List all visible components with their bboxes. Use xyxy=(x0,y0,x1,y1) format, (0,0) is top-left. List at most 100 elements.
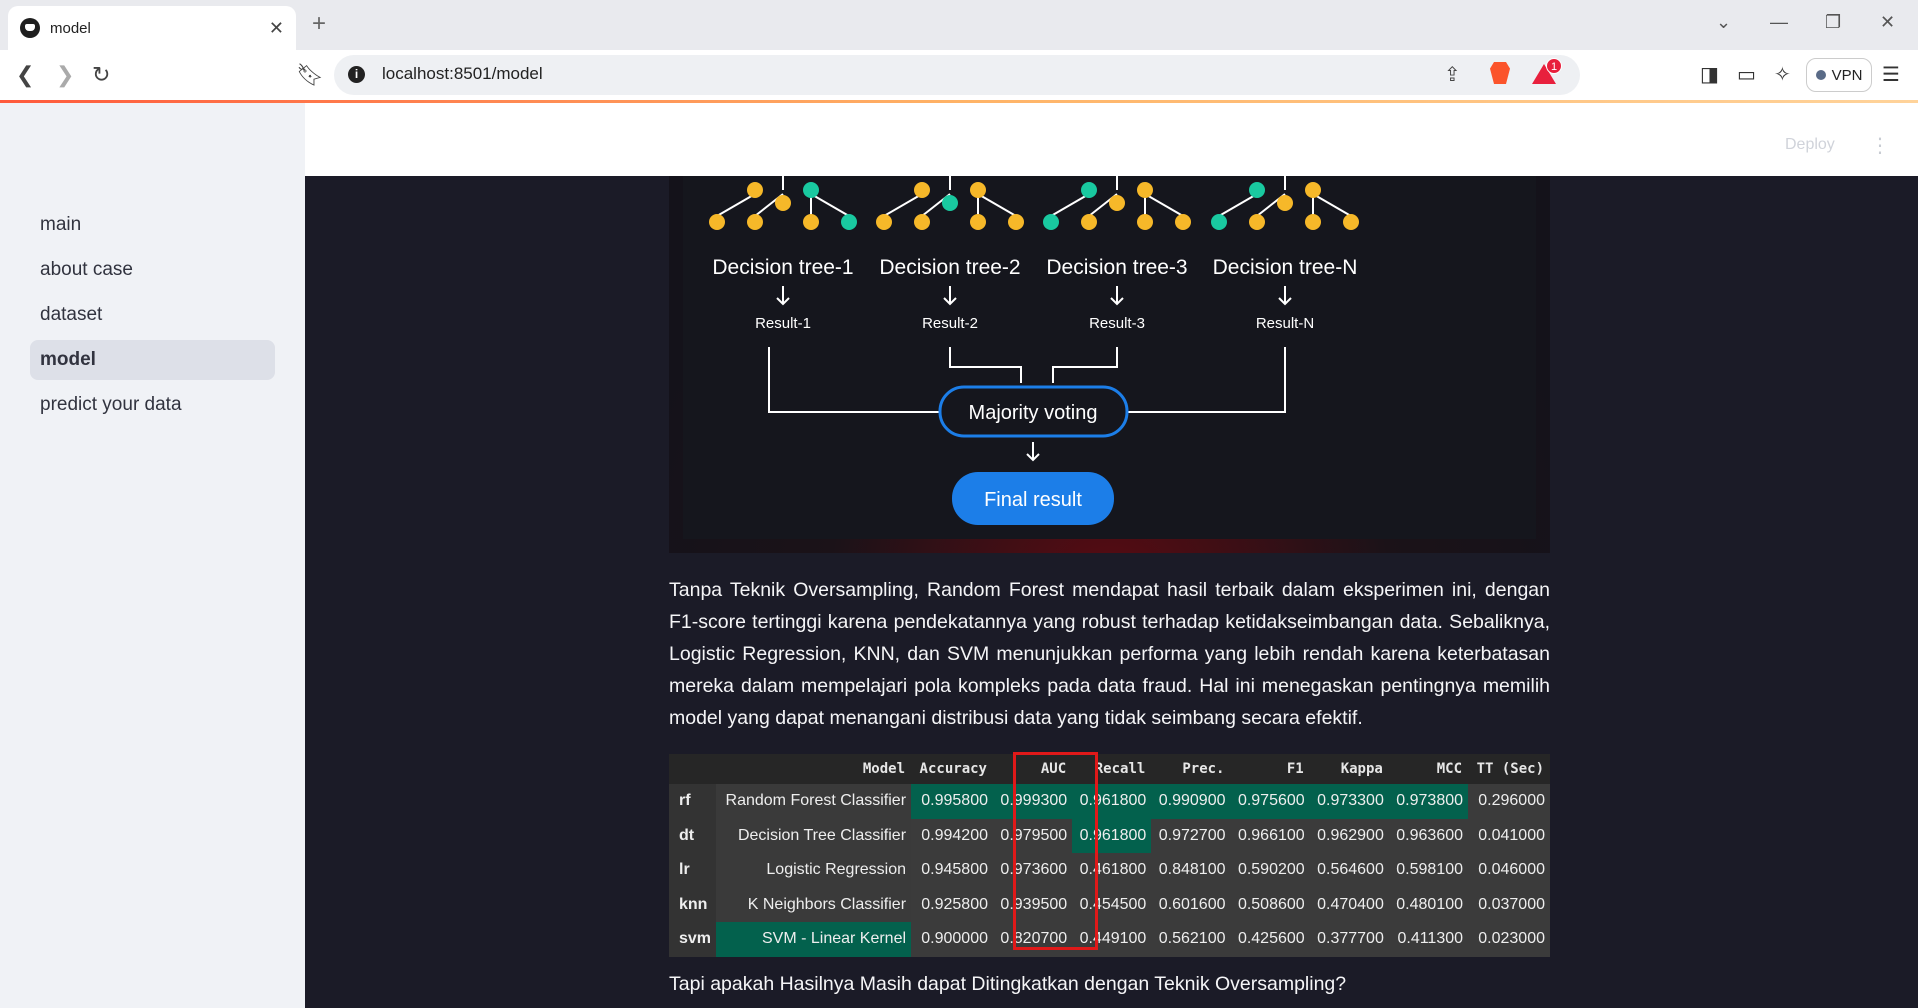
browser-tab[interactable]: model ✕ xyxy=(8,6,296,50)
majority-voting-label: Majority voting xyxy=(969,402,1098,424)
tree-branch xyxy=(1050,193,1090,217)
table-row: knn K Neighbors Classifier 0.925800 0.93… xyxy=(669,887,1550,922)
metric-cell: 0.990900 xyxy=(1151,784,1231,819)
tree-node xyxy=(1305,182,1321,198)
sidebar: main about case dataset model predict yo… xyxy=(0,103,305,1008)
metric-cell: 0.973800 xyxy=(1388,784,1469,819)
tree-node xyxy=(1081,214,1097,230)
new-tab-icon[interactable]: + xyxy=(312,10,326,38)
table-header: Model xyxy=(716,754,912,784)
sidebar-item-predict-your-data[interactable]: predict your data xyxy=(30,385,275,425)
result-label: Result-2 xyxy=(922,315,978,332)
random-forest-diagram: Decision tree-1 Decision tree-2 Decision… xyxy=(669,176,1550,553)
final-result-label: Final result xyxy=(984,489,1082,511)
sidebar-item-main[interactable]: main xyxy=(30,205,275,245)
tree-branch xyxy=(716,193,756,217)
model-comparison-table: Model Accuracy AUC Recall Prec. F1 Kappa… xyxy=(669,754,1550,957)
vpn-button[interactable]: VPN xyxy=(1806,58,1872,92)
model-name-cell: K Neighbors Classifier xyxy=(716,887,912,922)
row-index: dt xyxy=(669,818,717,853)
tab-strip: model ✕ + ⌄ — ❐ ✕ xyxy=(0,0,1918,50)
tree-node xyxy=(876,214,892,230)
tree-node xyxy=(803,214,819,230)
sidebar-item-model[interactable]: model xyxy=(30,340,275,380)
leo-ai-icon[interactable]: ✧ xyxy=(1774,62,1791,87)
metric-cell: 0.900000 xyxy=(911,922,993,957)
tree-node xyxy=(914,182,930,198)
result-label: Result-3 xyxy=(1089,315,1145,332)
minimize-icon[interactable]: — xyxy=(1770,12,1788,33)
back-icon[interactable]: ❮ xyxy=(16,62,34,88)
tree-node xyxy=(1277,195,1293,211)
main-menu-icon[interactable]: ☰ xyxy=(1882,62,1900,87)
main-area: Deploy ⋮ Decision tree-1 Decision tree-2… xyxy=(305,103,1918,1008)
tree-node xyxy=(1137,214,1153,230)
app-menu-icon[interactable]: ⋮ xyxy=(1870,133,1890,158)
sidebar-item-label: dataset xyxy=(40,304,103,325)
sidebar-item-about-case[interactable]: about case xyxy=(30,250,275,290)
metric-cell: 0.023000 xyxy=(1468,922,1550,957)
tree-node xyxy=(775,195,791,211)
oversampling-question: Tapi apakah Hasilnya Masih dapat Ditingk… xyxy=(669,973,1347,995)
share-icon[interactable]: ⇪ xyxy=(1444,62,1461,87)
reload-icon[interactable]: ↻ xyxy=(92,62,110,88)
metric-cell: 0.377700 xyxy=(1309,922,1389,957)
table-row: svm SVM - Linear Kernel 0.900000 0.82070… xyxy=(669,922,1550,957)
url-text[interactable]: localhost:8501/model xyxy=(382,64,543,84)
tree-branch xyxy=(1218,193,1258,217)
tree-branch xyxy=(883,193,923,217)
close-tab-icon[interactable]: ✕ xyxy=(269,18,284,39)
tree-node xyxy=(1343,214,1359,230)
metric-cell: 0.564600 xyxy=(1309,853,1389,888)
sidebar-item-label: predict your data xyxy=(40,394,182,415)
tree-node xyxy=(1043,214,1059,230)
tree-node xyxy=(914,214,930,230)
tree-node xyxy=(747,182,763,198)
table-header: TT (Sec) xyxy=(1468,754,1550,784)
sidebar-item-label: about case xyxy=(40,259,133,280)
content-area: Decision tree-1 Decision tree-2 Decision… xyxy=(305,176,1918,1008)
wallet-icon[interactable]: ▭ xyxy=(1737,62,1756,87)
tree-branch xyxy=(1312,193,1352,217)
tree-node xyxy=(803,182,819,198)
table-header: Recall xyxy=(1072,754,1152,784)
site-info-icon[interactable]: i xyxy=(348,66,365,83)
metric-cell: 0.994200 xyxy=(911,818,993,853)
metric-cell: 0.999300 xyxy=(992,784,1073,819)
model-name-cell: Decision Tree Classifier xyxy=(716,818,912,853)
close-window-icon[interactable]: ✕ xyxy=(1880,12,1895,33)
sidebar-item-dataset[interactable]: dataset xyxy=(30,295,275,335)
metric-cell: 0.973600 xyxy=(992,853,1073,888)
vpn-status-icon xyxy=(1815,70,1826,80)
deploy-button[interactable]: Deploy xyxy=(1785,136,1835,154)
restore-icon[interactable]: ❐ xyxy=(1825,12,1841,33)
sidebar-toggle-icon[interactable]: ◨ xyxy=(1700,62,1719,87)
tab-title: model xyxy=(50,19,91,37)
tree-node xyxy=(1081,182,1097,198)
diagram-svg: Decision tree-1 Decision tree-2 Decision… xyxy=(709,176,1359,525)
table-header: F1 xyxy=(1230,754,1310,784)
metric-cell: 0.961800 xyxy=(1072,818,1152,853)
tree-branch xyxy=(977,193,1017,217)
tree-label: Decision tree-3 xyxy=(1046,256,1187,279)
metric-cell: 0.848100 xyxy=(1151,853,1231,888)
bookmark-icon[interactable]: 🔖︎ xyxy=(296,62,324,88)
metric-cell: 0.979500 xyxy=(992,818,1073,853)
metric-cell: 0.562100 xyxy=(1151,922,1231,957)
row-index: svm xyxy=(669,922,717,957)
table-row: lr Logistic Regression 0.945800 0.973600… xyxy=(669,853,1550,888)
metric-cell: 0.449100 xyxy=(1072,922,1152,957)
tab-search-chevron-icon[interactable]: ⌄ xyxy=(1716,12,1731,33)
tree-branches xyxy=(709,176,1359,230)
forward-icon[interactable]: ❯ xyxy=(56,62,74,88)
table-header: Kappa xyxy=(1309,754,1389,784)
metric-cell: 0.480100 xyxy=(1388,887,1469,922)
table-header xyxy=(669,754,717,784)
tree-label: Decision tree-N xyxy=(1213,256,1358,279)
metric-cell: 0.925800 xyxy=(911,887,993,922)
model-name-cell: Random Forest Classifier xyxy=(716,784,912,819)
table-row: rf Random Forest Classifier 0.995800 0.9… xyxy=(669,784,1550,819)
metric-cell: 0.470400 xyxy=(1309,887,1389,922)
metric-cell: 0.820700 xyxy=(992,922,1073,957)
model-name-cell: SVM - Linear Kernel xyxy=(716,922,912,957)
